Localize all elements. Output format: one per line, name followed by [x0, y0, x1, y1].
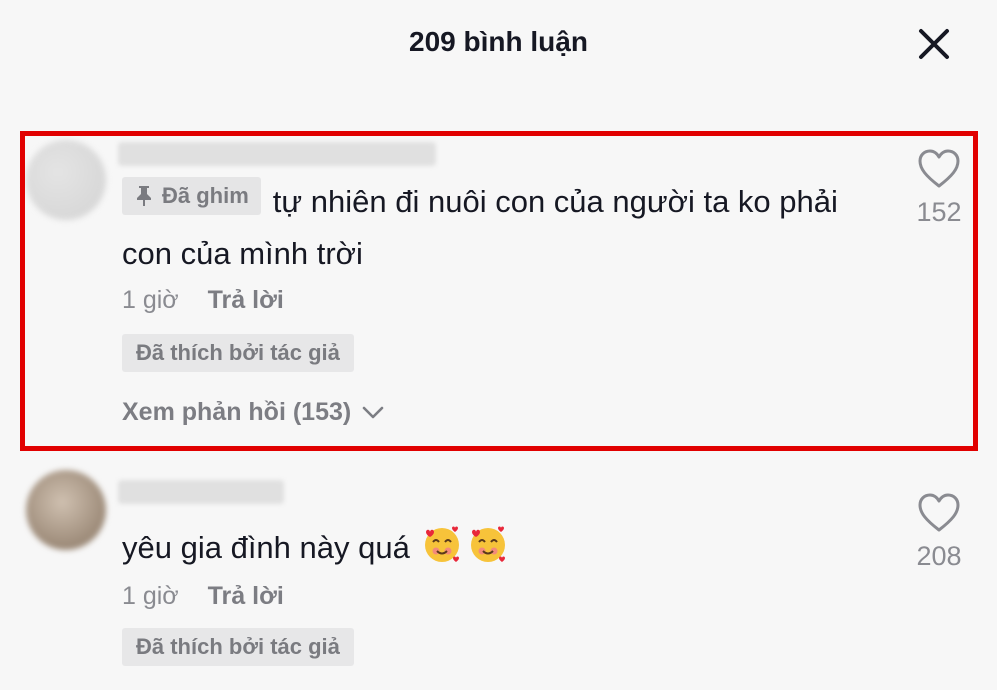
- chevron-down-icon: [362, 406, 384, 418]
- view-replies-button[interactable]: Xem phản hồi (153): [122, 398, 385, 427]
- comment-meta: 1 giờ Trả lời: [122, 286, 284, 315]
- close-button[interactable]: [912, 22, 956, 66]
- heart-icon: [918, 149, 960, 188]
- pinned-badge: Đã ghim: [122, 177, 261, 215]
- like-button[interactable]: 152: [908, 148, 970, 228]
- comment-time: 1 giờ: [122, 582, 179, 610]
- avatar[interactable]: [26, 470, 106, 550]
- liked-by-author-tag: Đã thích bởi tác giả: [122, 334, 354, 372]
- smiling-face-with-hearts-icon: [471, 526, 506, 562]
- pinned-label: Đã ghim: [162, 183, 249, 208]
- pin-icon: [137, 186, 151, 206]
- avatar[interactable]: [26, 140, 106, 220]
- like-count: 152: [916, 197, 962, 227]
- close-icon: [919, 29, 949, 59]
- username-blurred[interactable]: [118, 480, 284, 504]
- comment-meta: 1 giờ Trả lời: [122, 582, 284, 611]
- heart-icon: [918, 493, 960, 532]
- view-replies-label: Xem phản hồi (153): [122, 398, 352, 426]
- smiling-face-with-hearts-icon: [425, 526, 460, 562]
- reply-button[interactable]: Trả lời: [208, 286, 284, 314]
- comment-text-row: Đã ghim tự nhiên đi nuôi con của người t…: [122, 176, 882, 280]
- comment-item-pinned: Đã ghim tự nhiên đi nuôi con của người t…: [0, 130, 997, 450]
- comments-header: 209 bình luận: [0, 0, 997, 90]
- reply-button[interactable]: Trả lời: [208, 582, 284, 610]
- comment-item: yêu gia đình này quá 1 giờ Trả lời Đã th: [0, 462, 997, 690]
- comment-time: 1 giờ: [122, 286, 179, 314]
- like-count: 208: [916, 541, 962, 571]
- like-button[interactable]: 208: [908, 492, 970, 572]
- comments-count-title: 209 bình luận: [409, 26, 588, 57]
- comment-text: yêu gia đình này quá: [122, 530, 410, 565]
- username-blurred[interactable]: [118, 142, 436, 166]
- comment-text-row: yêu gia đình này quá: [122, 522, 882, 574]
- liked-by-author-tag: Đã thích bởi tác giả: [122, 628, 354, 666]
